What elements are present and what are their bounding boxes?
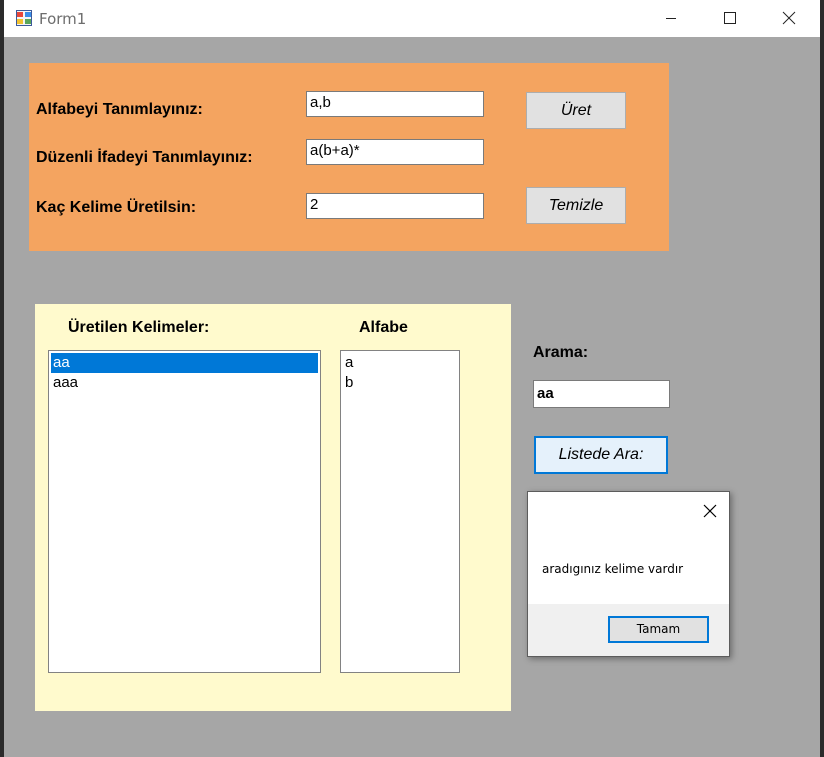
- app-window: Form1 Alfabeyi Tanımlayınız: a,b Üret Dü…: [4, 0, 820, 757]
- close-button[interactable]: [760, 0, 818, 37]
- search-input[interactable]: aa: [533, 380, 670, 408]
- search-label: Arama:: [533, 344, 589, 361]
- message-footer: Tamam: [528, 604, 729, 656]
- input-panel: Alfabeyi Tanımlayınız: a,b Üret Düzenli …: [29, 63, 669, 251]
- list-item[interactable]: b: [343, 373, 457, 393]
- list-item[interactable]: aa: [51, 353, 318, 373]
- words-listbox[interactable]: aa aaa: [48, 350, 321, 673]
- list-item[interactable]: a: [343, 353, 457, 373]
- title-bar[interactable]: Form1: [4, 0, 820, 37]
- message-box: aradıgınız kelime vardır Tamam: [527, 491, 730, 657]
- count-input[interactable]: 2: [306, 193, 484, 219]
- close-icon: [782, 11, 796, 25]
- maximize-button[interactable]: [701, 0, 759, 37]
- alphabet-list-label: Alfabe: [359, 319, 408, 336]
- search-button[interactable]: Listede Ara:: [534, 436, 668, 474]
- generate-button[interactable]: Üret: [526, 92, 626, 129]
- clear-button[interactable]: Temizle: [526, 187, 626, 224]
- regex-input[interactable]: a(b+a)*: [306, 139, 484, 165]
- regex-label: Düzenli İfadeyi Tanımlayınız:: [36, 149, 253, 166]
- minimize-icon: [666, 18, 676, 19]
- app-icon: [16, 10, 32, 26]
- maximize-icon: [724, 12, 736, 24]
- ok-button[interactable]: Tamam: [608, 616, 709, 643]
- close-icon[interactable]: [701, 502, 719, 520]
- minimize-button[interactable]: [642, 0, 700, 37]
- count-label: Kaç Kelime Üretilsin:: [36, 199, 197, 216]
- alphabet-input[interactable]: a,b: [306, 91, 484, 117]
- results-panel: Üretilen Kelimeler: Alfabe aa aaa a b: [35, 304, 511, 711]
- alphabet-label: Alfabeyi Tanımlayınız:: [36, 101, 203, 118]
- message-text: aradıgınız kelime vardır: [542, 562, 684, 576]
- words-label: Üretilen Kelimeler:: [68, 319, 210, 336]
- window-title: Form1: [39, 10, 87, 28]
- alphabet-listbox[interactable]: a b: [340, 350, 460, 673]
- list-item[interactable]: aaa: [51, 373, 318, 393]
